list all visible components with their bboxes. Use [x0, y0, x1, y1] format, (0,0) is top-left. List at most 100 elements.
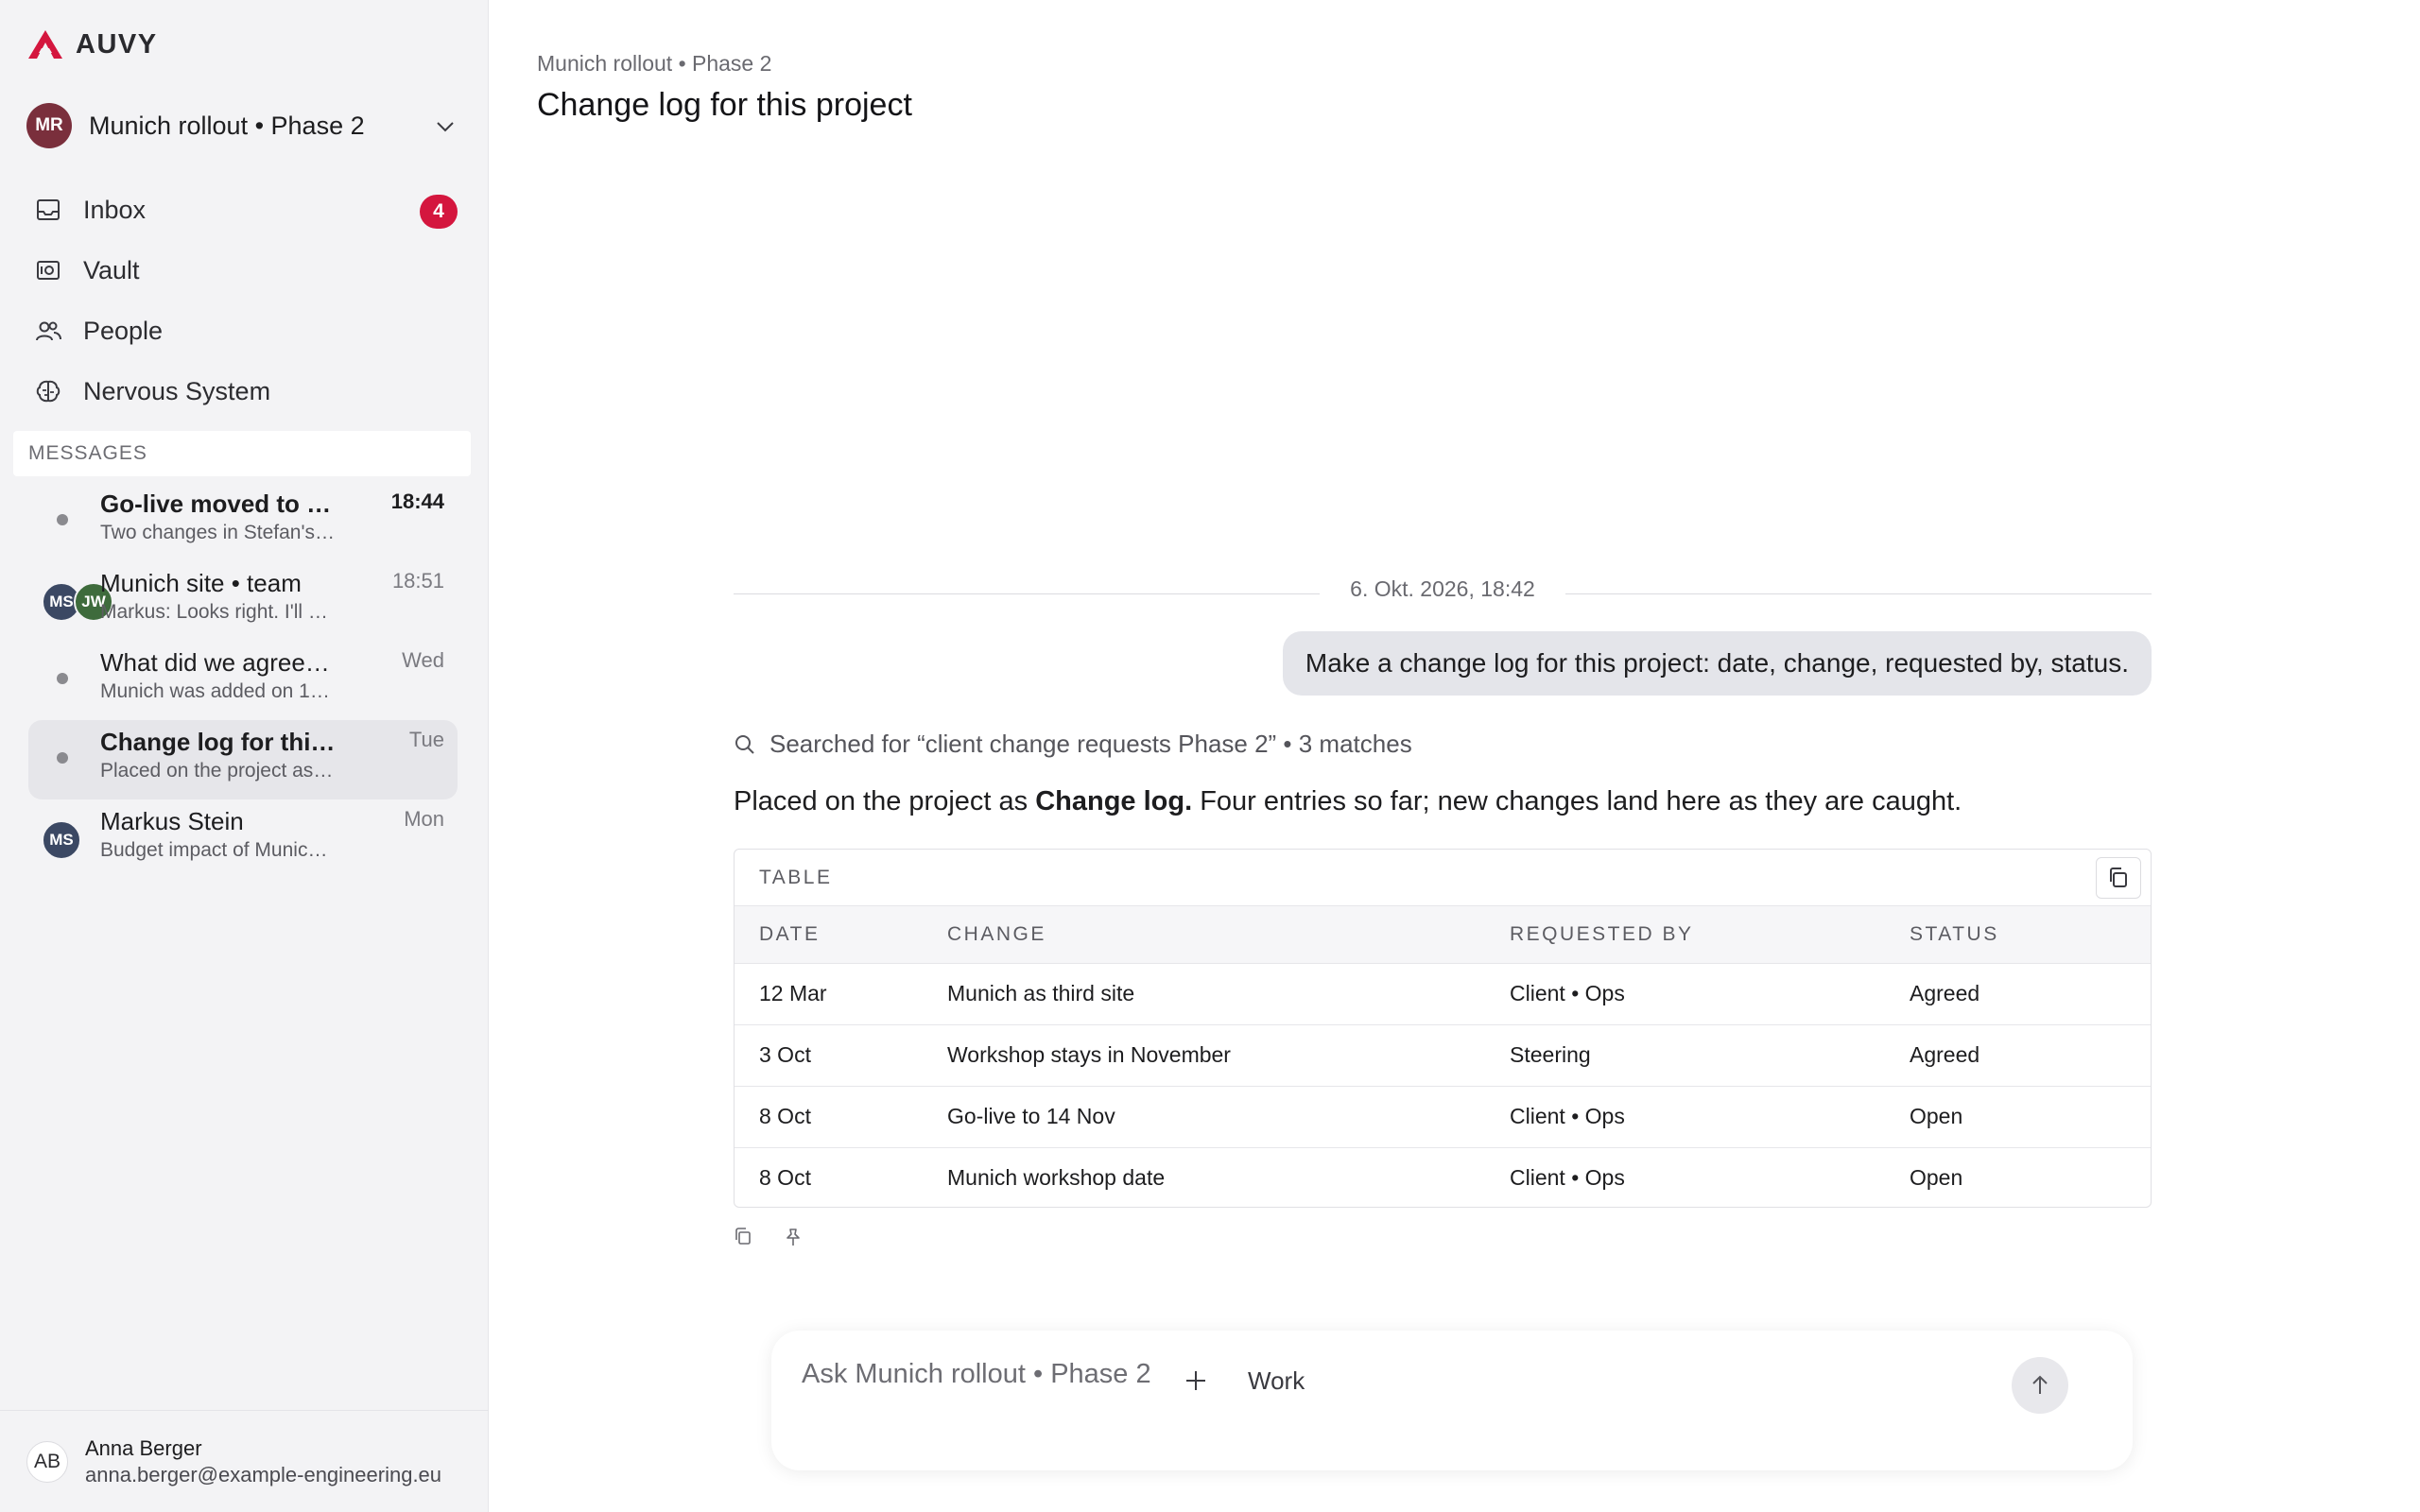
nav-label: Vault	[83, 255, 140, 284]
send-button[interactable]	[2012, 1357, 2068, 1414]
nav-item-inbox[interactable]: Inbox 4	[26, 180, 463, 240]
table-header-row: DATE CHANGE REQUESTED BY STATUS	[735, 906, 2151, 964]
message-title: Markus Stein	[100, 807, 244, 835]
user-email: anna.berger@example-engineering.eu	[85, 1462, 442, 1486]
user-avatar: AB	[26, 1440, 68, 1483]
assistant-answer: Placed on the project as Change log. Fou…	[734, 786, 1962, 817]
brain-icon	[36, 380, 60, 403]
pin-icon[interactable]	[783, 1227, 804, 1247]
arrow-up-icon	[2032, 1375, 2048, 1394]
brand[interactable]: AUVY	[26, 28, 158, 60]
nav-item-people[interactable]: People	[26, 301, 463, 361]
copy-icon	[2110, 868, 2127, 887]
auvy-logo-icon	[28, 30, 62, 59]
change-log-table: DATE CHANGE REQUESTED BY STATUS 12 Mar M…	[735, 906, 2151, 1207]
message-preview: Markus: Looks right. I'll send it	[100, 601, 337, 623]
unread-badge: 4	[420, 195, 458, 229]
answer-text: Placed on the project as	[734, 786, 1036, 816]
table-row: 8 Oct Go-live to 14 Nov Client • Ops Ope…	[735, 1086, 2151, 1148]
nav-label: Inbox	[83, 195, 147, 224]
message-preview: Budget impact of Munich site	[100, 839, 337, 861]
nav-item-nervous-system[interactable]: Nervous System	[26, 361, 463, 421]
copy-icon[interactable]	[734, 1227, 754, 1247]
project-avatar: MR	[26, 103, 72, 148]
message-list: Go-live moved to 14 Nov Two changes in S…	[28, 482, 458, 879]
table-cell: Steering	[1510, 1024, 1910, 1087]
message-item-active[interactable]: Change log for this project Placed on th…	[28, 720, 458, 799]
table-cell: Munich workshop date	[947, 1165, 1166, 1191]
table-cell: Open	[1910, 1165, 1963, 1191]
copy-table-button[interactable]	[2096, 857, 2141, 899]
table-cell: Client • Ops	[1510, 1086, 1910, 1148]
date-label: 6. Okt. 2026, 18:42	[1350, 576, 1535, 601]
message-preview: Munich was added on 12 March	[100, 680, 337, 702]
sidebar: AUVY MR Munich rollout • Phase 2 Inbox 4…	[0, 0, 489, 1512]
table-row: 12 Mar Munich as third site Client • Ops…	[735, 963, 2151, 1025]
column-header: REQUESTED BY	[1510, 906, 1910, 964]
table-cell: Agreed	[1910, 963, 2151, 1025]
user-info: Anna Berger anna.berger@example-engineer…	[85, 1436, 441, 1487]
chevron-down-icon	[437, 122, 454, 132]
search-status[interactable]: Searched for “client change requests Pha…	[734, 730, 1412, 759]
message-preview: Placed on the project as Change log	[100, 760, 337, 782]
table-cell: 3 Oct	[735, 1024, 947, 1087]
table-cell: Client • Ops	[1510, 1165, 1625, 1191]
search-icon	[735, 734, 754, 754]
message-time: Wed	[402, 648, 444, 672]
message-title: Change log for this project	[100, 728, 337, 756]
nav-label: Nervous System	[83, 376, 271, 405]
message-time: Mon	[404, 807, 444, 831]
read-dot	[57, 673, 68, 684]
message-item[interactable]: Go-live moved to 14 Nov Two changes in S…	[28, 482, 458, 561]
answer-link-change-log[interactable]: Change log.	[1035, 786, 1192, 816]
user-account[interactable]: AB Anna Berger anna.berger@example-engin…	[0, 1410, 489, 1512]
column-header: STATUS	[1910, 906, 2151, 964]
unread-dot	[57, 514, 68, 525]
change-log-table-card: TABLE DATE CHANGE REQUESTED BY STATUS 12…	[734, 849, 2152, 1208]
answer-text: Four entries so far; new changes land he…	[1192, 786, 1962, 816]
mode-selector[interactable]: Work	[1248, 1366, 1305, 1396]
table-cell: Client • Ops	[1510, 963, 1910, 1025]
table-label: TABLE	[759, 866, 833, 888]
people-icon	[36, 321, 61, 341]
messages-section-header: MESSAGES	[13, 431, 471, 476]
project-name: Munich rollout • Phase 2	[89, 111, 365, 140]
divider	[1565, 593, 2152, 594]
column-header: DATE	[735, 906, 947, 964]
table-cell: 8 Oct	[759, 1165, 811, 1191]
avatar: MS	[42, 820, 81, 860]
brand-name: AUVY	[76, 28, 158, 60]
message-time: 18:51	[391, 569, 444, 593]
message-title: Munich site • team	[100, 569, 302, 597]
message-title: Go-live moved to 14 Nov	[100, 490, 337, 518]
breadcrumb[interactable]: Munich rollout • Phase 2	[537, 51, 771, 77]
table-cell: Open	[1910, 1086, 2151, 1148]
message-item[interactable]: MS Markus Stein Budget impact of Munich …	[28, 799, 458, 879]
read-dot	[57, 752, 68, 764]
table-row: 8 Oct Munich workshop date Client • Ops …	[735, 1147, 2151, 1207]
column-header: CHANGE	[947, 906, 1510, 964]
project-switcher[interactable]: MR Munich rollout • Phase 2	[26, 102, 463, 149]
table-cell: Agreed	[1910, 1024, 2151, 1087]
message-item[interactable]: What did we agree with the client Munich…	[28, 641, 458, 720]
table-row: 3 Oct Workshop stays in November Steerin…	[735, 1024, 2151, 1087]
composer-input[interactable]: Ask Munich rollout • Phase 2	[802, 1359, 1151, 1390]
search-status-text: Searched for “client change requests Pha…	[769, 730, 1412, 758]
message-actions	[734, 1227, 804, 1247]
plus-icon[interactable]	[1182, 1366, 1210, 1395]
vault-icon	[37, 261, 60, 280]
message-item[interactable]: MS JW Munich site • team Markus: Looks r…	[28, 561, 458, 641]
message-title: What did we agree with the client	[100, 648, 337, 677]
date-separator: 6. Okt. 2026, 18:42	[734, 576, 2152, 609]
page-title: Change log for this project	[537, 87, 912, 123]
user-name: Anna Berger	[85, 1435, 202, 1460]
message-time: Tue	[408, 728, 444, 751]
chat-composer[interactable]: Ask Munich rollout • Phase 2 Work	[771, 1331, 2133, 1470]
table-cell: Munich as third site	[947, 963, 1510, 1025]
table-cell: Workshop stays in November	[947, 1024, 1510, 1087]
table-cell: 12 Mar	[735, 963, 947, 1025]
nav-label: People	[83, 316, 164, 345]
nav-item-vault[interactable]: Vault	[26, 240, 463, 301]
table-cell: Go-live to 14 Nov	[947, 1086, 1510, 1148]
main-nav: Inbox 4 Vault People Nervous System	[26, 180, 463, 421]
